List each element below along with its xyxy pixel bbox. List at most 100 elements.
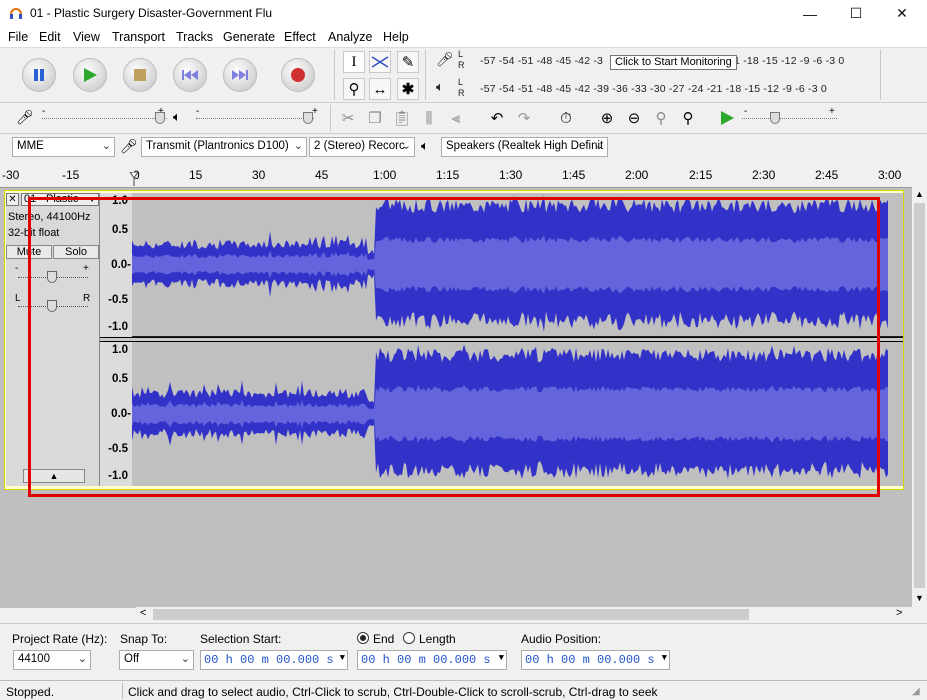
silence-button[interactable]: ⫷	[445, 107, 467, 129]
redo-button[interactable]: ↷	[513, 107, 535, 129]
skip-to-start-button[interactable]	[173, 58, 207, 92]
end-label: End	[373, 632, 395, 646]
input-volume-thumb[interactable]	[155, 112, 165, 124]
snap-to-label: Snap To:	[120, 632, 168, 646]
scroll-down-icon[interactable]: ▼	[915, 593, 924, 603]
trim-button[interactable]: ⫼	[418, 107, 440, 129]
menu-tracks[interactable]: Tracks	[176, 30, 213, 44]
playback-speed-slider[interactable]	[742, 118, 837, 119]
copy-button[interactable]: ❐	[364, 107, 386, 129]
recording-device-value: Transmit (Plantronics D100)	[146, 140, 289, 152]
vertical-scroll-thumb[interactable]	[914, 203, 925, 588]
input-volume-icon: 🎤︎	[16, 109, 34, 125]
zoom-fit-icon: ⚲	[682, 110, 694, 127]
zoom-out-icon: ⊖	[627, 110, 641, 127]
zoom-in-icon: ⊕	[600, 110, 614, 127]
menu-edit[interactable]: Edit	[39, 30, 61, 44]
skip-end-icon	[232, 70, 248, 80]
timer-icon: ⏱	[560, 109, 572, 127]
scroll-left-icon[interactable]: <	[140, 607, 146, 619]
snap-to-select[interactable]: Off ⌄	[119, 650, 194, 670]
time-shift-tool[interactable]: ↔	[369, 78, 391, 100]
ruler-label: 15	[189, 168, 203, 182]
record-button[interactable]	[281, 58, 315, 92]
chevron-down-icon: ⌄	[77, 653, 87, 665]
pause-button[interactable]	[22, 58, 56, 92]
skip-to-end-button[interactable]	[223, 58, 257, 92]
length-radio[interactable]	[403, 632, 415, 644]
play-at-speed-button[interactable]	[716, 107, 738, 129]
scroll-right-icon[interactable]: >	[896, 607, 902, 619]
zoom-in-button[interactable]: ⊕	[596, 107, 618, 129]
timeline-ruler[interactable]: -30 -15 0 15 30 45 1:00 1:15 1:30 1:45 2…	[0, 162, 912, 188]
recording-device-select[interactable]: Transmit (Plantronics D100) ⌄	[141, 137, 307, 157]
output-volume-slider[interactable]	[196, 118, 314, 119]
microphone-icon: 🎤︎	[436, 51, 454, 67]
minimize-button[interactable]: —	[787, 0, 833, 27]
track-close-button[interactable]: ✕	[6, 193, 19, 206]
ruler-label: 1:15	[436, 168, 460, 182]
play-button[interactable]	[73, 58, 107, 92]
zoom-out-button[interactable]: ⊖	[623, 107, 645, 129]
stop-button[interactable]	[123, 58, 157, 92]
sync-lock-button[interactable]: ⏱	[555, 107, 577, 129]
paste-button[interactable]: 📋︎	[391, 107, 413, 129]
selection-start-field[interactable]: 00 h 00 m 00.000 s ▼	[200, 650, 348, 670]
audacity-logo-icon	[10, 8, 22, 19]
status-bar: Stopped. Click and drag to select audio,…	[0, 680, 927, 700]
maximize-button[interactable]: ☐	[833, 0, 879, 27]
record-icon	[291, 68, 305, 82]
draw-tool[interactable]: ✎	[397, 51, 419, 73]
play-icon	[84, 68, 97, 82]
double-arrow-icon: ↔	[372, 80, 388, 98]
recording-channels-value: 2 (Stereo) Recorc	[314, 140, 405, 152]
multi-tool[interactable]: ✱	[397, 78, 419, 100]
play-head-icon[interactable]	[129, 172, 139, 186]
ruler-label: 2:30	[752, 168, 776, 182]
recording-channels-select[interactable]: 2 (Stereo) Recorc ⌄	[309, 137, 415, 157]
record-meter-l: L	[458, 49, 464, 59]
fit-project-button[interactable]: ⚲	[677, 107, 699, 129]
playback-device-select[interactable]: Speakers (Realtek High Definit ⌄	[441, 137, 608, 157]
project-rate-select[interactable]: 44100 ⌄	[13, 650, 91, 670]
zoom-selection-icon: ⚲	[655, 110, 667, 127]
chevron-down-icon: ⌄	[101, 140, 111, 152]
speed-slider-max: +	[829, 106, 835, 117]
playback-meter[interactable]: 🔈︎ L R -57 -54 -51 -48 -45 -42 -39 -36 -…	[436, 77, 876, 101]
audio-position-field[interactable]: 00 h 00 m 00.000 s ▼	[521, 650, 670, 670]
project-rate-value: 44100	[18, 653, 50, 665]
audio-host-select[interactable]: MME ⌄	[12, 137, 115, 157]
chevron-down-icon: ▼	[498, 653, 504, 663]
ruler-label: 2:15	[689, 168, 713, 182]
pan-left-label: L	[15, 293, 21, 304]
resize-grip-icon[interactable]: ◢	[912, 686, 920, 697]
cut-button[interactable]: ✂	[337, 107, 359, 129]
end-radio[interactable]	[357, 632, 369, 644]
menu-help[interactable]: Help	[383, 30, 409, 44]
monitoring-tooltip[interactable]: Click to Start Monitoring	[610, 55, 737, 70]
pause-icon	[34, 69, 44, 81]
horizontal-scroll-thumb[interactable]	[153, 609, 749, 620]
menu-effect[interactable]: Effect	[284, 30, 316, 44]
undo-button[interactable]: ↶	[486, 107, 508, 129]
selection-end-field[interactable]: 00 h 00 m 00.000 s ▼	[357, 650, 507, 670]
snap-to-value: Off	[124, 653, 140, 665]
fit-selection-button[interactable]: ⚲	[650, 107, 672, 129]
scroll-up-icon[interactable]: ▲	[915, 189, 924, 199]
zoom-tool[interactable]: ⚲	[343, 78, 365, 100]
asterisk-icon: ✱	[401, 81, 415, 98]
record-meter-scale: -57 -54 -51 -48 -45 -42 -3	[480, 55, 604, 67]
menu-file[interactable]: File	[8, 30, 28, 44]
envelope-tool[interactable]	[369, 51, 391, 73]
playback-speed-thumb[interactable]	[770, 112, 780, 124]
input-volume-slider[interactable]	[42, 118, 167, 119]
status-hint: Click and drag to select audio, Ctrl-Cli…	[128, 685, 658, 699]
menu-view[interactable]: View	[73, 30, 100, 44]
menu-generate[interactable]: Generate	[223, 30, 275, 44]
menu-transport[interactable]: Transport	[112, 30, 165, 44]
close-window-button[interactable]: ✕	[879, 0, 925, 27]
audio-position-label: Audio Position:	[521, 632, 602, 646]
selection-tool[interactable]: I	[343, 51, 365, 73]
output-volume-thumb[interactable]	[303, 112, 313, 124]
menu-analyze[interactable]: Analyze	[328, 30, 372, 44]
